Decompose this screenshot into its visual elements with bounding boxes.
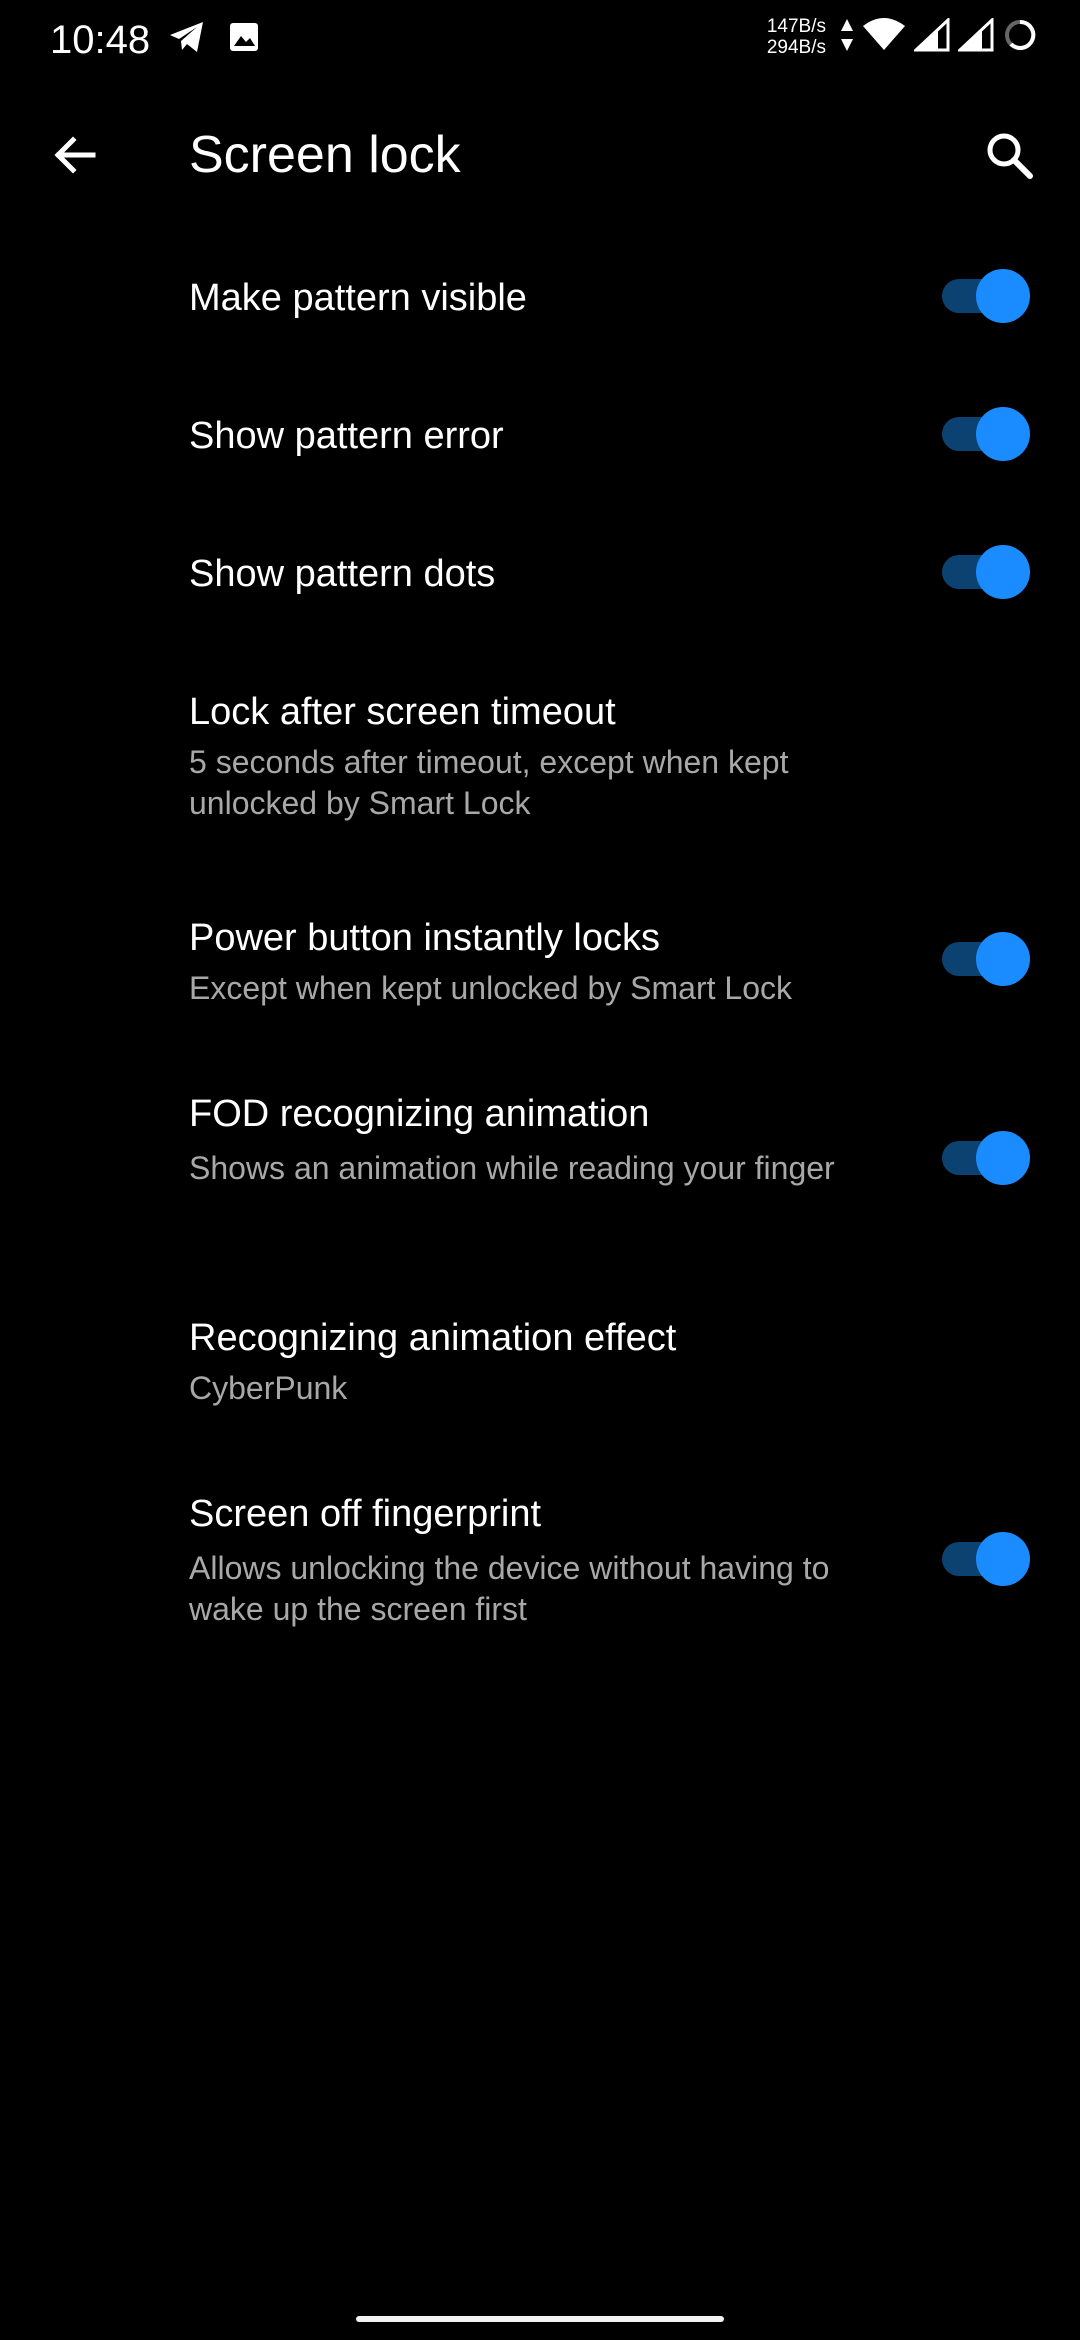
battery-icon [1002,17,1038,58]
home-indicator[interactable] [356,2316,724,2322]
network-speed-up: 147B/s [766,16,826,37]
network-speed: 147B/s 294B/s [767,16,826,58]
setting-summary: CyberPunk [189,1370,348,1406]
setting-summary: Shows an animation while reading your fi… [189,1150,835,1186]
gallery-icon [228,21,260,58]
setting-text: Recognizing animation effect CyberPunk [189,1314,879,1409]
setting-summary: Allows unlocking the device without havi… [189,1550,830,1627]
back-button[interactable] [40,120,110,190]
toggle-thumb [976,407,1030,461]
setting-title: FOD recognizing animation [189,1093,650,1135]
page-title: Screen lock [189,126,461,184]
setting-text: Power button instantly locks Except when… [189,914,879,1009]
arrow-left-icon [54,136,96,174]
signal-icon [956,16,994,57]
setting-text: Lock after screen timeout 5 seconds afte… [189,688,889,824]
setting-text: Make pattern visible [189,274,879,322]
setting-title: Show pattern dots [189,553,496,595]
setting-text: Screen off fingerprint Allows unlocking … [189,1490,889,1630]
setting-title: Make pattern visible [189,277,527,319]
setting-make-pattern-visible[interactable]: Make pattern visible [0,250,1080,380]
setting-title: Show pattern error [189,415,504,457]
setting-power-button-instantly-locks[interactable]: Power button instantly locks Except when… [0,890,1080,1030]
search-button[interactable] [974,120,1044,190]
status-right: 147B/s 294B/s [767,16,1038,58]
data-arrows-icon [840,17,854,58]
wifi-icon [862,17,906,57]
toggle-thumb [976,932,1030,986]
telegram-icon [168,20,206,59]
toggle-switch[interactable] [942,406,1030,462]
toggle-switch[interactable] [942,268,1030,324]
setting-summary: Except when kept unlocked by Smart Lock [189,970,792,1006]
setting-title: Power button instantly locks [189,917,661,959]
setting-screen-off-fingerprint[interactable]: Screen off fingerprint Allows unlocking … [0,1466,1080,1666]
setting-title: Screen off fingerprint [189,1493,542,1535]
signal-icon [912,16,950,57]
setting-text: Show pattern error [189,412,879,460]
toggle-thumb [976,269,1030,323]
toggle-switch[interactable] [942,931,1030,987]
network-speed-down: 294B/s [766,37,826,58]
toggle-switch[interactable] [942,1130,1030,1186]
toggle-switch[interactable] [942,1531,1030,1587]
setting-recognizing-animation-effect[interactable]: Recognizing animation effect CyberPunk [0,1290,1080,1440]
setting-text: Show pattern dots [189,550,879,598]
toggle-thumb [976,1532,1030,1586]
setting-fod-recognizing-animation[interactable]: FOD recognizing animation Shows an anima… [0,1066,1080,1266]
status-time: 10:48 [50,18,151,62]
status-bar: 10:48 147B/s 294B/s [0,0,1080,80]
setting-title: Recognizing animation effect [189,1317,677,1359]
setting-text: FOD recognizing animation Shows an anima… [189,1090,869,1189]
notification-icons [168,20,260,59]
toggle-thumb [976,545,1030,599]
setting-show-pattern-error[interactable]: Show pattern error [0,388,1080,518]
setting-lock-after-screen-timeout[interactable]: Lock after screen timeout 5 seconds afte… [0,664,1080,864]
setting-summary: 5 seconds after timeout, except when kep… [189,744,789,821]
toggle-switch[interactable] [942,544,1030,600]
setting-title: Lock after screen timeout [189,691,616,733]
toggle-thumb [976,1131,1030,1185]
setting-show-pattern-dots[interactable]: Show pattern dots [0,526,1080,656]
app-bar: Screen lock [0,100,1080,210]
search-icon [987,133,1033,179]
